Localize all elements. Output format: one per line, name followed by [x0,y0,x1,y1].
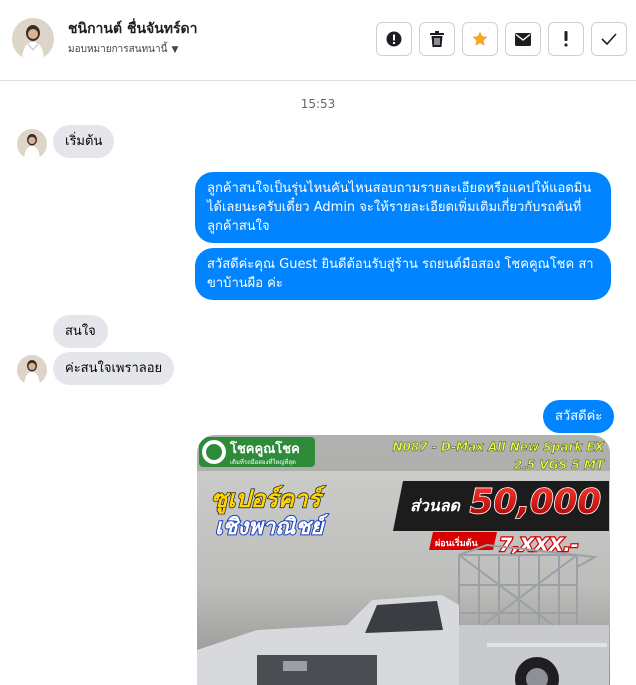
promo-headline-2: เชิงพาณิชย์ [215,514,328,540]
star-button[interactable] [462,22,498,56]
alert-icon [386,31,402,47]
message-bubble-incoming[interactable]: เริ่มต้น [53,125,115,158]
promo-installment-value: 7,XXX.- [499,534,579,556]
promo-tagline: เติมที่รถมือสองที่ใหญ่ที่สุด [230,458,296,466]
exclamation-icon [564,31,568,47]
promo-brand: โชคคูณโชค [229,440,300,457]
mark-done-button[interactable] [591,22,627,56]
assign-label: มอบหมายการสนทนานี้ [68,44,168,55]
contact-avatar[interactable] [12,18,54,60]
message-bubble-incoming[interactable]: ค่ะสนใจเพราลอย [53,352,175,385]
message-bubble-outgoing[interactable]: ลูกค้าสนใจเป็นรุ่นไหนคันไหนสอบถามรายละเอ… [195,172,611,243]
check-icon [601,33,617,45]
promo-spec: 2.5 VGS 5 MT [514,458,605,472]
promo-model: N087 - D-Max All New Spark EX [392,440,604,454]
delete-button[interactable] [419,22,455,56]
conversation-header: ชนิกานต์ ชื่นจันทร์ดา มอบหมายการสนทนานี้… [0,0,636,81]
mark-unread-button[interactable] [505,22,541,56]
assign-conversation-dropdown[interactable]: มอบหมายการสนทนานี้ ▼ [68,42,178,57]
message-bubble-outgoing[interactable]: สวัสดีค่ะคุณ Guest ยินดีต้อนรับสู่ร้าน ร… [195,248,611,300]
promo-discount-value: 50,000 [470,482,601,522]
alert-button[interactable] [376,22,412,56]
message-bubble-outgoing[interactable]: สวัสดีค่ะ [543,400,615,433]
sender-avatar [17,129,47,159]
message-timestamp: 15:53 [300,97,336,111]
promo-discount-label: ส่วนลด [410,496,461,515]
report-button[interactable] [548,22,584,56]
action-toolbar [376,22,627,56]
mail-icon [515,32,531,46]
promo-image-attachment[interactable]: โชคคูณโชค เติมที่รถมือสองที่ใหญ่ที่สุด N… [197,435,610,685]
trash-icon [430,31,444,47]
message-bubble-incoming[interactable]: สนใจ [53,315,108,348]
contact-name: ชนิกานต์ ชื่นจันทร์ดา [68,21,198,37]
promo-headline-1: ซูเปอร์คาร์ [211,485,326,514]
star-icon [472,31,488,46]
caret-down-icon: ▼ [171,44,179,55]
sender-avatar [17,355,47,385]
